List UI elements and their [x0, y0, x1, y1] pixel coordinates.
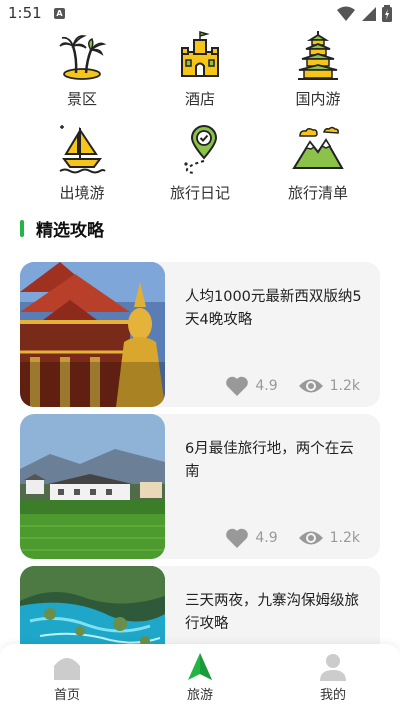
heart-icon — [226, 376, 249, 396]
category-label: 出境游 — [59, 184, 105, 202]
sailboat-icon — [59, 125, 106, 174]
bottom-tab-bar: 首页 旅游 我的 — [0, 644, 400, 711]
section-header: 精选攻略 — [20, 216, 104, 241]
like-count: 4.9 — [255, 530, 278, 546]
view-count: 1.2k — [329, 378, 360, 394]
travel-triangle-icon — [188, 653, 212, 680]
article-title: 人均1000元最新西双版纳5天4晚攻略 — [185, 289, 362, 328]
castle-hotel-icon — [181, 31, 219, 77]
section-accent-bar — [20, 220, 24, 237]
article-card[interactable]: 人均1000元最新西双版纳5天4晚攻略 4.9 1.2k — [20, 262, 380, 407]
heart-icon — [226, 528, 249, 548]
battery-icon — [382, 5, 392, 22]
category-label: 旅行清单 — [287, 184, 348, 202]
tab-label: 我的 — [319, 688, 346, 703]
notification-letter-icon: A — [54, 8, 65, 19]
status-time: 1:51 — [8, 4, 42, 22]
article-meta: 4.9 1.2k — [225, 527, 360, 549]
pagoda-icon — [298, 31, 338, 80]
category-hotel[interactable]: 酒店 — [150, 30, 250, 109]
eye-icon — [298, 379, 323, 393]
signal-icon — [362, 6, 376, 21]
tab-label: 旅游 — [186, 688, 213, 703]
article-image-yunnan-village — [20, 414, 165, 559]
category-domestic[interactable]: 国内游 — [268, 30, 368, 109]
tab-profile[interactable]: 我的 — [293, 652, 373, 703]
article-card[interactable]: 6月最佳旅行地，两个在云南 4.9 1.2k — [20, 414, 380, 559]
tab-home[interactable]: 首页 — [27, 652, 107, 703]
category-label: 景区 — [66, 90, 97, 108]
mountain-icon — [292, 126, 344, 169]
category-travel-diary[interactable]: 旅行日记 — [150, 124, 250, 203]
category-travel-list[interactable]: 旅行清单 — [268, 124, 368, 203]
tab-label: 首页 — [53, 688, 80, 703]
view-count: 1.2k — [329, 530, 360, 546]
article-title: 6月最佳旅行地，两个在云南 — [185, 441, 354, 480]
eye-icon — [298, 531, 323, 545]
category-label: 酒店 — [184, 90, 215, 108]
category-scenic[interactable]: 景区 — [32, 30, 132, 109]
map-pin-check-icon — [184, 125, 218, 174]
article-meta: 4.9 1.2k — [225, 375, 360, 397]
like-count: 4.9 — [255, 378, 278, 394]
palm-island-icon — [59, 35, 107, 80]
category-overseas[interactable]: 出境游 — [32, 124, 132, 203]
tab-travel[interactable]: 旅游 — [160, 652, 240, 703]
home-icon — [54, 658, 80, 680]
wifi-icon — [337, 6, 355, 21]
category-label: 国内游 — [295, 90, 341, 108]
category-label: 旅行日记 — [169, 184, 230, 202]
status-bar: 1:51 A — [0, 0, 400, 28]
section-title: 精选攻略 — [36, 221, 104, 241]
status-icons — [337, 5, 392, 22]
article-image-temple — [20, 262, 165, 407]
article-title: 三天两夜，九寨沟保姆级旅行攻略 — [185, 593, 359, 632]
user-icon — [320, 654, 346, 681]
